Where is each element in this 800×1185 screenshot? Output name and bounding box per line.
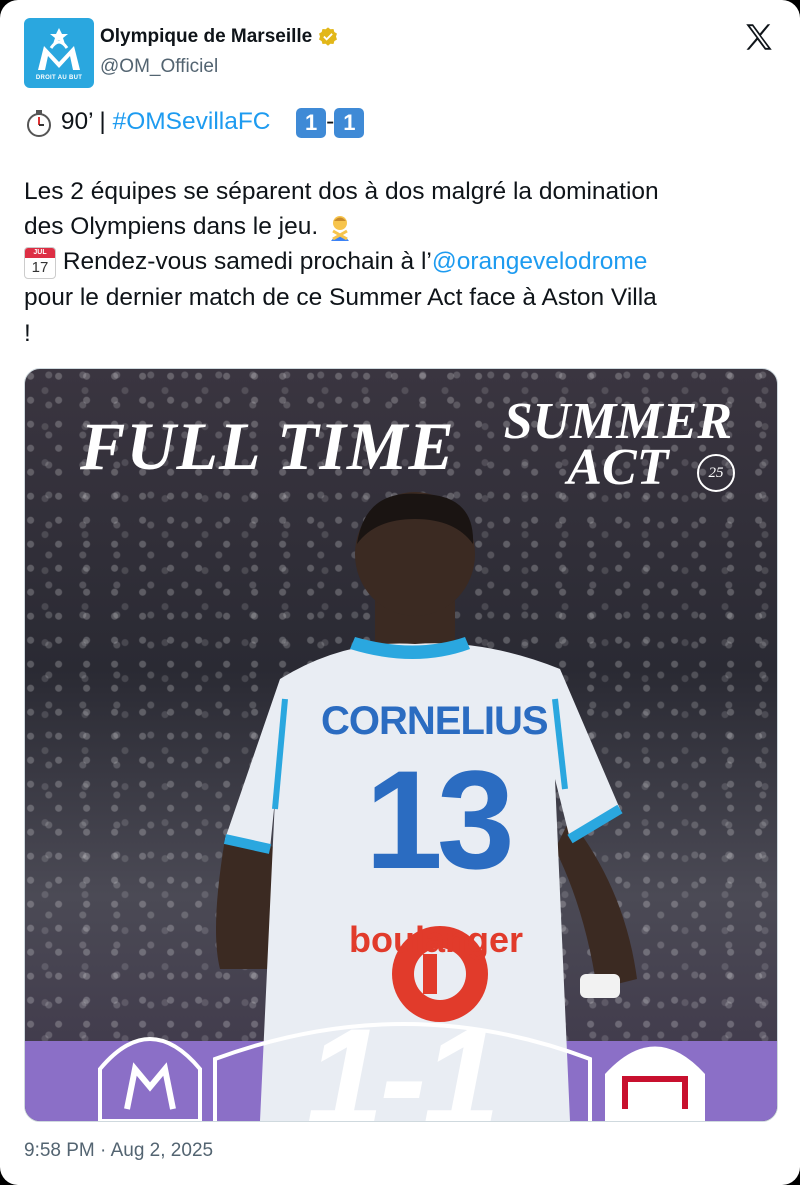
verified-badge-icon bbox=[319, 27, 338, 46]
player-name: CORNELIUS bbox=[321, 699, 549, 743]
sponsor-text: boulanger bbox=[349, 919, 524, 960]
person-gesturing-no-icon bbox=[325, 213, 355, 243]
hashtag-link[interactable]: #OMSevillaFC bbox=[113, 108, 271, 135]
tweet-text-line: des Olympiens dans le jeu. bbox=[24, 211, 355, 243]
tweet-text-line: ! bbox=[24, 320, 31, 347]
display-name[interactable]: Olympique de Marseille bbox=[100, 26, 312, 48]
mention-link[interactable]: @orangevelodrome bbox=[432, 248, 648, 275]
tweet-text-line: Les 2 équipes se séparent dos à dos malg… bbox=[24, 178, 659, 205]
tweet-header: DROIT AU BUT Olympique de Marseille @OM_… bbox=[24, 18, 776, 88]
tweet-text-segment: Rendez-vous samedi prochain à l’ bbox=[62, 248, 432, 275]
calendar-icon: JUL 17 bbox=[24, 246, 56, 279]
avatar-caption: DROIT AU BUT bbox=[35, 75, 83, 81]
stopwatch-icon bbox=[24, 108, 54, 138]
tweet-card: DROIT AU BUT Olympique de Marseille @OM_… bbox=[0, 0, 800, 1185]
tweet-media-image[interactable]: FULL TIME SUMMER ACT 25 CORNELIUS 13 bou… bbox=[24, 368, 778, 1122]
final-score: 1-1 bbox=[305, 999, 500, 1122]
avatar[interactable]: DROIT AU BUT bbox=[24, 18, 94, 88]
handle[interactable]: @OM_Officiel bbox=[100, 56, 218, 78]
calendar-day: 17 bbox=[31, 258, 49, 276]
match-minute: 90’ | bbox=[60, 108, 113, 135]
score-line: 90’ | #OMSevillaFC 1-1 bbox=[24, 106, 365, 138]
score-separator: - bbox=[326, 108, 335, 135]
score-away: 1 bbox=[334, 107, 365, 138]
tweet-text-segment: des Olympiens dans le jeu. bbox=[24, 213, 319, 240]
player-number: 13 bbox=[365, 741, 515, 898]
x-logo-icon[interactable] bbox=[742, 20, 776, 54]
tweet-text-line: pour le dernier match de ce Summer Act f… bbox=[24, 284, 657, 311]
calendar-month: JUL bbox=[25, 247, 55, 258]
name-row: Olympique de Marseille bbox=[100, 24, 339, 50]
score-home: 1 bbox=[296, 107, 327, 138]
tweet-timestamp[interactable]: 9:58 PM · Aug 2, 2025 bbox=[24, 1140, 213, 1162]
tweet-text-line: JUL 17 Rendez-vous samedi prochain à l’@… bbox=[24, 246, 647, 279]
